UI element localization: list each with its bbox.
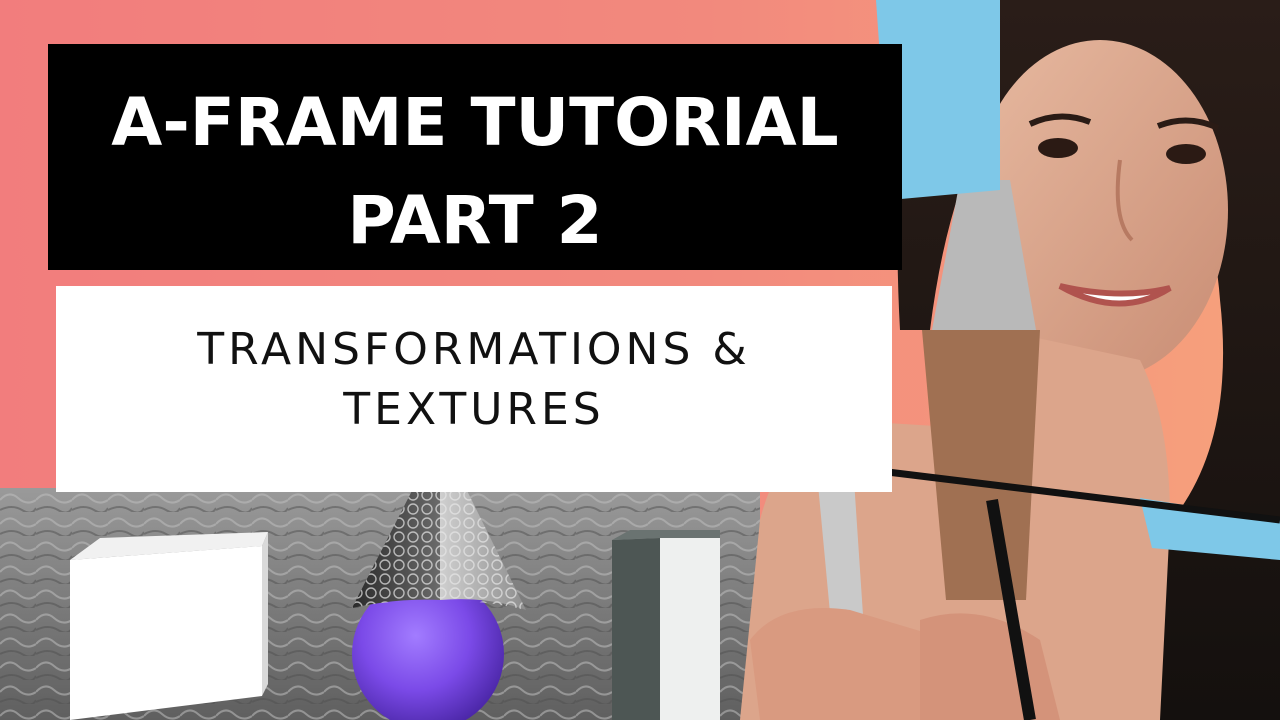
right-eye xyxy=(1166,144,1206,164)
left-cube xyxy=(70,532,268,720)
left-eye xyxy=(1038,138,1078,158)
aframe-scene-preview xyxy=(0,488,760,720)
subtitle-box: TRANSFORMATIONS & TEXTURES xyxy=(56,286,892,492)
subtitle-line-2: TEXTURES xyxy=(343,384,605,435)
title-box: A-FRAME TUTORIAL PART 2 xyxy=(48,44,902,270)
title-line-1: A-FRAME TUTORIAL xyxy=(111,84,839,161)
title-line-2: PART 2 xyxy=(347,182,603,259)
subtitle-line-1: TRANSFORMATIONS & xyxy=(197,324,751,375)
